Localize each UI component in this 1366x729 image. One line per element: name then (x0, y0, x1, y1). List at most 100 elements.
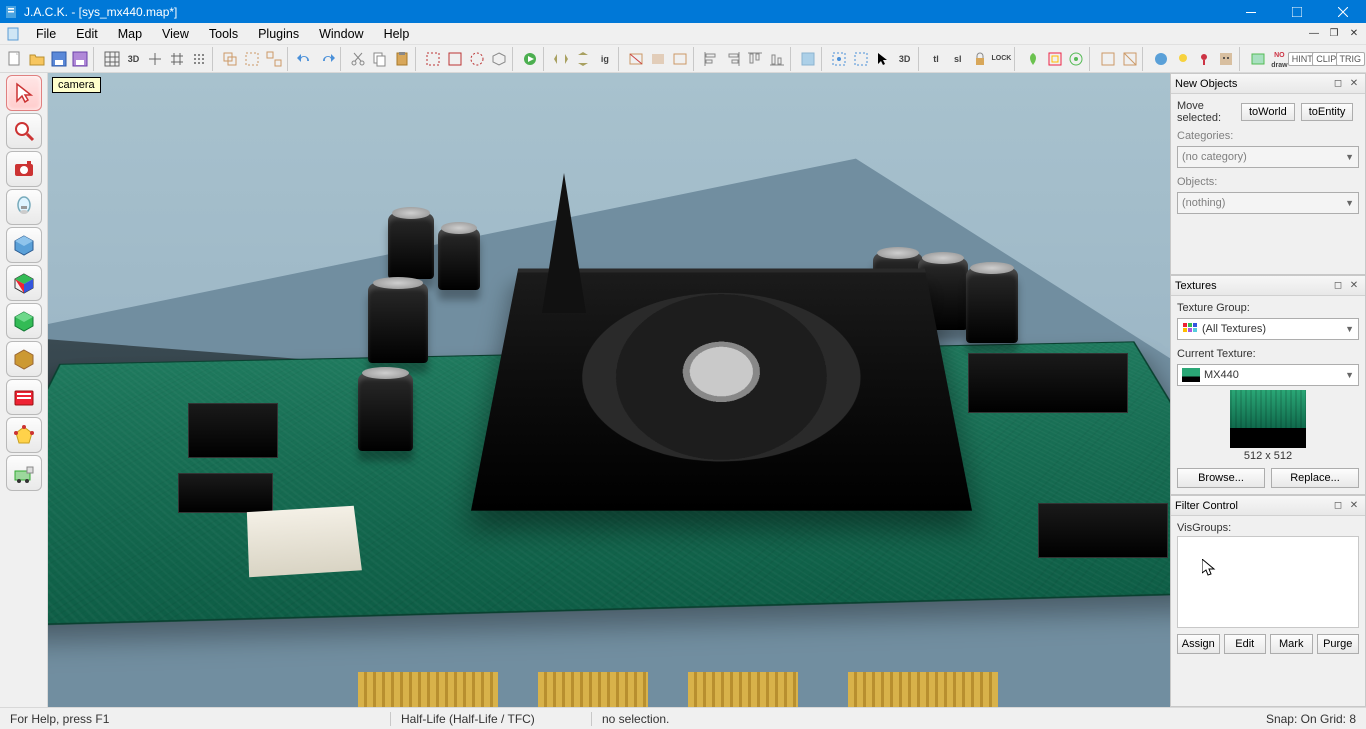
grid-smaller-button[interactable] (144, 47, 166, 71)
texture-lock-button[interactable] (969, 47, 991, 71)
align-bottom-button[interactable] (766, 47, 788, 71)
purge-button[interactable]: Purge (1317, 634, 1360, 654)
carve-button[interactable] (219, 47, 241, 71)
texture-group-combo[interactable]: (All Textures) ▼ (1177, 318, 1359, 340)
pin-icon[interactable]: ◻ (1331, 77, 1345, 91)
texture-tool[interactable] (6, 265, 42, 301)
align-left-button[interactable] (700, 47, 722, 71)
window-maximize-button[interactable] (1274, 0, 1320, 23)
to-world-button[interactable]: toWorld (1241, 103, 1295, 121)
snap-vertex-button[interactable] (828, 47, 850, 71)
flip-v-button[interactable] (572, 47, 594, 71)
clip-tool[interactable] (6, 379, 42, 415)
open-file-button[interactable] (26, 47, 48, 71)
grid-larger-button[interactable] (166, 47, 188, 71)
mdi-close-icon[interactable]: ✕ (1346, 26, 1362, 42)
align-right-button[interactable] (722, 47, 744, 71)
panel-close-icon[interactable]: ✕ (1347, 499, 1361, 513)
mdi-minimize-icon[interactable]: — (1306, 26, 1322, 42)
new-file-button[interactable] (4, 47, 26, 71)
hide-unsel-button[interactable] (647, 47, 669, 71)
vertex-tool[interactable] (6, 417, 42, 453)
apply-texture-tool[interactable] (6, 303, 42, 339)
paste-button[interactable] (391, 47, 413, 71)
hint-button[interactable]: HINT (1290, 47, 1314, 71)
frame-a-button[interactable] (1247, 47, 1269, 71)
menu-map[interactable]: Map (108, 25, 152, 43)
mdi-document-icon[interactable] (3, 24, 23, 44)
tl-button[interactable]: tl (925, 47, 947, 71)
prefab-button[interactable] (488, 47, 510, 71)
flip-h-button[interactable] (550, 47, 572, 71)
assign-button[interactable]: Assign (1177, 634, 1220, 654)
sound-button[interactable] (1194, 47, 1216, 71)
ig-button[interactable]: ig (594, 47, 616, 71)
texture-preview[interactable] (1230, 390, 1306, 448)
show-all-button[interactable] (669, 47, 691, 71)
3d-grid-button[interactable]: 3D (123, 47, 145, 71)
helper-b-button[interactable] (1119, 47, 1141, 71)
hide-sel-button[interactable] (625, 47, 647, 71)
block-tool[interactable] (6, 227, 42, 263)
model-button[interactable] (1150, 47, 1172, 71)
portal-button[interactable] (1044, 47, 1066, 71)
menu-help[interactable]: Help (374, 25, 420, 43)
to-entity-button[interactable]: toEntity (1301, 103, 1354, 121)
clip-button[interactable]: CLIP (1314, 47, 1338, 71)
compile-helper-button[interactable] (1065, 47, 1087, 71)
face-button[interactable] (1215, 47, 1237, 71)
edit-button[interactable]: Edit (1224, 634, 1267, 654)
menu-edit[interactable]: Edit (66, 25, 108, 43)
browse-button[interactable]: Browse... (1177, 468, 1265, 488)
entity-tool[interactable] (6, 189, 42, 225)
grid-dots-button[interactable] (188, 47, 210, 71)
export-button[interactable] (69, 47, 91, 71)
redo-button[interactable] (316, 47, 338, 71)
selection-box-button[interactable] (797, 47, 819, 71)
categories-combo[interactable]: (no category) ▼ (1177, 146, 1359, 168)
window-close-button[interactable] (1320, 0, 1366, 23)
light-button[interactable] (1172, 47, 1194, 71)
run-button[interactable] (519, 47, 541, 71)
copy-button[interactable] (369, 47, 391, 71)
3d-viewport[interactable] (48, 73, 1170, 707)
lock-label-button[interactable]: LOCK (991, 47, 1013, 71)
sl-button[interactable]: sl (947, 47, 969, 71)
magnify-tool[interactable] (6, 113, 42, 149)
ungroup-button[interactable] (263, 47, 285, 71)
3d-snap-button[interactable]: 3D (894, 47, 916, 71)
trig-button[interactable]: TRIG (1338, 47, 1362, 71)
group-button[interactable] (241, 47, 263, 71)
mdi-restore-icon[interactable]: ❐ (1326, 26, 1342, 42)
camera-tool[interactable] (6, 151, 42, 187)
pin-icon[interactable]: ◻ (1331, 499, 1345, 513)
panel-close-icon[interactable]: ✕ (1347, 279, 1361, 293)
menu-file[interactable]: File (26, 25, 66, 43)
pin-icon[interactable]: ◻ (1331, 279, 1345, 293)
path-tool[interactable] (6, 455, 42, 491)
panel-close-icon[interactable]: ✕ (1347, 77, 1361, 91)
cordon-edit-button[interactable] (444, 47, 466, 71)
cordon-button[interactable] (422, 47, 444, 71)
menu-window[interactable]: Window (309, 25, 373, 43)
visgroups-list[interactable] (1177, 536, 1359, 628)
pointer-mode-button[interactable] (872, 47, 894, 71)
grid-button[interactable] (101, 47, 123, 71)
menu-plugins[interactable]: Plugins (248, 25, 309, 43)
current-texture-combo[interactable]: MX440 ▼ (1177, 364, 1359, 386)
align-top-button[interactable] (744, 47, 766, 71)
cut-button[interactable] (347, 47, 369, 71)
mark-button[interactable]: Mark (1270, 634, 1313, 654)
undo-button[interactable] (294, 47, 316, 71)
selection-tool[interactable] (6, 75, 42, 111)
snap-edge-button[interactable] (850, 47, 872, 71)
window-minimize-button[interactable] (1228, 0, 1274, 23)
save-button[interactable] (48, 47, 70, 71)
leaf-button[interactable] (1022, 47, 1044, 71)
menu-tools[interactable]: Tools (199, 25, 248, 43)
objects-combo[interactable]: (nothing) ▼ (1177, 192, 1359, 214)
radius-button[interactable] (466, 47, 488, 71)
menu-view[interactable]: View (152, 25, 199, 43)
decal-tool[interactable] (6, 341, 42, 377)
replace-button[interactable]: Replace... (1271, 468, 1359, 488)
